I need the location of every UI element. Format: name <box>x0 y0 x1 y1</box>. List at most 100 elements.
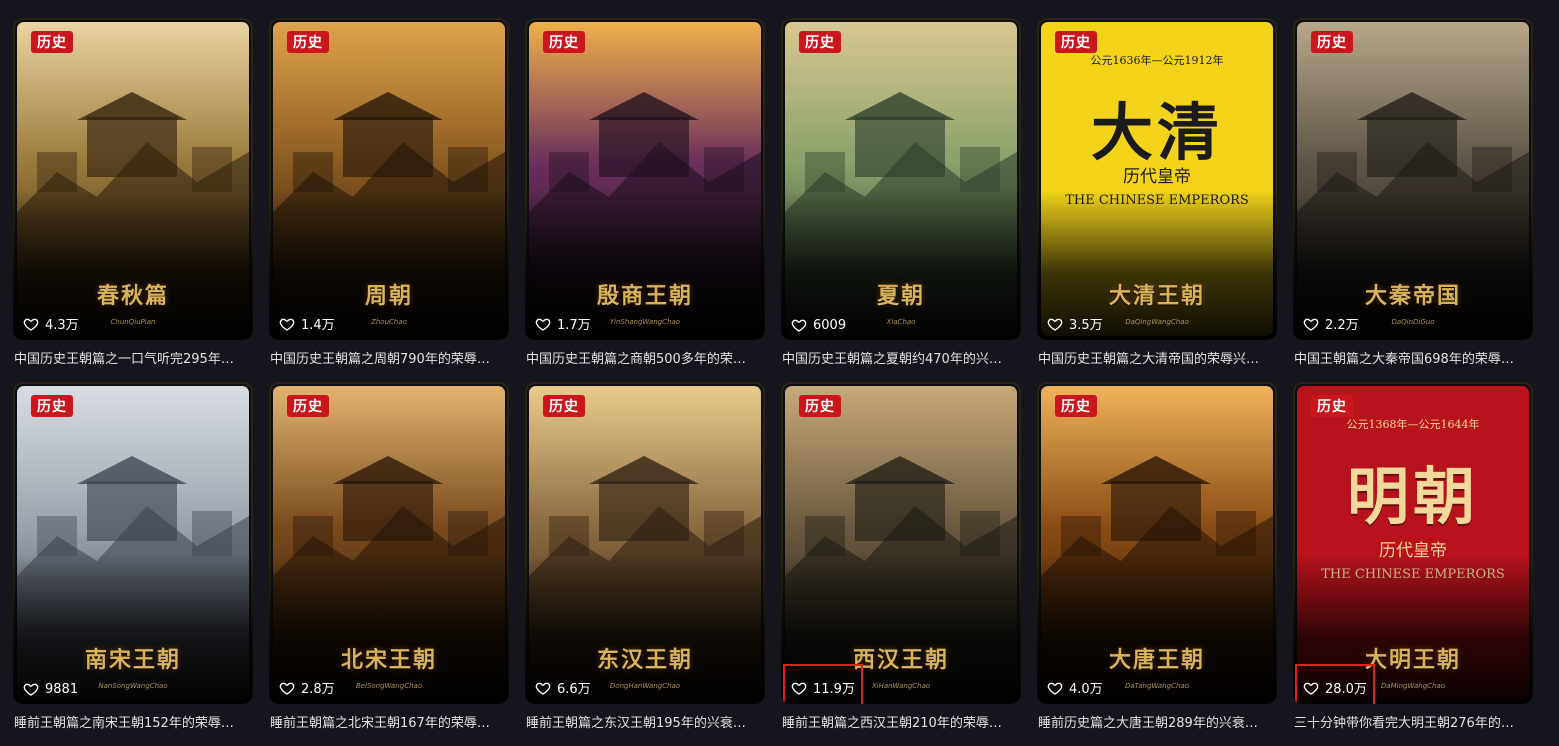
thumbnail-title: 春秋篇 <box>96 283 169 309</box>
thumbnail-title: 周朝 <box>364 283 413 309</box>
like-count-value: 9881 <box>45 681 79 697</box>
category-badge: 历史 <box>543 31 585 53</box>
like-count: 3.5万 <box>1047 314 1103 333</box>
thumbnail-title: 北宋王朝 <box>340 647 437 673</box>
thumbnail-title: 殷商王朝 <box>596 283 693 309</box>
like-count: 2.2万 <box>1303 314 1359 333</box>
category-badge: 历史 <box>31 395 73 417</box>
video-card[interactable]: 公元1636年—公元1912年 大清 历代皇帝 THE CHINESE EMPE… <box>1037 18 1277 382</box>
video-grid: 历史 春秋篇 ChunQiuPian 4.3万 中国历史王朝篇之一口气听完295… <box>13 18 1533 746</box>
heart-icon <box>1047 316 1063 332</box>
category-badge: 历史 <box>287 395 329 417</box>
category-badge: 历史 <box>543 395 585 417</box>
thumbnail-title: 东汉王朝 <box>596 647 693 673</box>
video-card[interactable]: 历史 夏朝 XiaChao 6009 中国历史王朝篇之夏朝约470年的兴… <box>781 18 1021 382</box>
like-count: 9881 <box>23 681 78 697</box>
thumbnail-title: 大清王朝 <box>1108 283 1205 309</box>
video-thumbnail[interactable]: 公元1368年—公元1644年 明朝 历代皇帝 THE CHINESE EMPE… <box>1293 382 1533 704</box>
video-caption[interactable]: 睡前历史篇之大唐王朝289年的兴衰… <box>1038 712 1276 731</box>
category-badge: 历史 <box>287 31 329 53</box>
video-thumbnail[interactable]: 历史 春秋篇 ChunQiuPian 4.3万 <box>13 18 253 340</box>
poster-years: 公元1368年—公元1644年 <box>1346 418 1480 431</box>
video-card[interactable]: 历史 南宋王朝 NanSongWangChao 9881 睡前王朝篇之南宋王朝1… <box>13 382 253 746</box>
video-thumbnail[interactable]: 历史 西汉王朝 XiHanWangChao 11.9万 <box>781 382 1021 704</box>
heart-icon <box>1303 316 1319 332</box>
like-count-value: 1.7万 <box>557 318 591 333</box>
heart-icon <box>23 681 39 697</box>
thumbnail-title: 大明王朝 <box>1364 647 1461 673</box>
like-count: 28.0万 <box>1303 678 1367 697</box>
video-caption[interactable]: 中国王朝篇之大秦帝国698年的荣辱… <box>1294 348 1532 367</box>
video-caption[interactable]: 中国历史王朝篇之商朝500多年的荣… <box>526 348 764 367</box>
category-badge: 历史 <box>799 31 841 53</box>
poster-subtitle: 历代皇帝 <box>1123 167 1191 187</box>
thumbnail-title: 大秦帝国 <box>1364 283 1461 309</box>
video-card[interactable]: 历史 春秋篇 ChunQiuPian 4.3万 中国历史王朝篇之一口气听完295… <box>13 18 253 382</box>
video-card[interactable]: 历史 大秦帝国 DaQinDiGuo 2.2万 中国王朝篇之大秦帝国698年的荣… <box>1293 18 1533 382</box>
like-count-value: 2.2万 <box>1325 318 1359 333</box>
like-count: 4.3万 <box>23 314 79 333</box>
like-count-value: 6.6万 <box>557 682 591 697</box>
poster-years: 公元1636年—公元1912年 <box>1090 54 1224 67</box>
category-badge: 历史 <box>1311 31 1353 53</box>
thumbnail-title: 西汉王朝 <box>852 647 949 673</box>
video-thumbnail[interactable]: 历史 周朝 ZhouChao 1.4万 <box>269 18 509 340</box>
video-card[interactable]: 历史 殷商王朝 YinShangWangChao 1.7万 中国历史王朝篇之商朝… <box>525 18 765 382</box>
category-badge: 历史 <box>1311 395 1353 417</box>
heart-icon <box>1303 680 1319 696</box>
thumbnail-title: 夏朝 <box>876 283 925 309</box>
like-count: 1.4万 <box>279 314 335 333</box>
video-thumbnail[interactable]: 历史 北宋王朝 BeiSongWangChao 2.8万 <box>269 382 509 704</box>
heart-icon <box>535 680 551 696</box>
video-caption[interactable]: 中国历史王朝篇之周朝790年的荣辱… <box>270 348 508 367</box>
like-count: 6009 <box>791 317 846 333</box>
heart-icon <box>279 680 295 696</box>
heart-icon <box>23 316 39 332</box>
video-thumbnail[interactable]: 历史 夏朝 XiaChao 6009 <box>781 18 1021 340</box>
video-caption[interactable]: 睡前王朝篇之北宋王朝167年的荣辱… <box>270 712 508 731</box>
like-count: 1.7万 <box>535 314 591 333</box>
category-badge: 历史 <box>1055 395 1097 417</box>
like-count-value: 6009 <box>813 317 847 333</box>
video-caption[interactable]: 睡前王朝篇之东汉王朝195年的兴衰… <box>526 712 764 731</box>
video-thumbnail[interactable]: 历史 东汉王朝 DongHanWangChao 6.6万 <box>525 382 765 704</box>
category-badge: 历史 <box>799 395 841 417</box>
like-count-value: 28.0万 <box>1325 682 1367 697</box>
video-thumbnail[interactable]: 历史 大唐王朝 DaTangWangChao 4.0万 <box>1037 382 1277 704</box>
poster-headline: 明朝 <box>1346 460 1479 533</box>
like-count: 2.8万 <box>279 678 335 697</box>
poster-headline: 大清 <box>1090 96 1223 169</box>
video-card[interactable]: 历史 大唐王朝 DaTangWangChao 4.0万 睡前历史篇之大唐王朝28… <box>1037 382 1277 746</box>
like-count-value: 3.5万 <box>1069 318 1103 333</box>
video-card[interactable]: 历史 西汉王朝 XiHanWangChao 11.9万 睡前王朝篇之西汉王朝21… <box>781 382 1021 746</box>
video-caption[interactable]: 睡前王朝篇之南宋王朝152年的荣辱… <box>14 712 252 731</box>
video-thumbnail[interactable]: 历史 大秦帝国 DaQinDiGuo 2.2万 <box>1293 18 1533 340</box>
video-thumbnail[interactable]: 历史 殷商王朝 YinShangWangChao 1.7万 <box>525 18 765 340</box>
video-caption[interactable]: 中国历史王朝篇之一口气听完295年… <box>14 348 252 367</box>
video-caption[interactable]: 三十分钟带你看完大明王朝276年的… <box>1294 712 1532 731</box>
video-thumbnail[interactable]: 历史 南宋王朝 NanSongWangChao 9881 <box>13 382 253 704</box>
thumbnail-title: 大唐王朝 <box>1108 647 1205 673</box>
heart-icon <box>535 316 551 332</box>
heart-icon <box>279 316 295 332</box>
video-card[interactable]: 历史 周朝 ZhouChao 1.4万 中国历史王朝篇之周朝790年的荣辱… <box>269 18 509 382</box>
category-badge: 历史 <box>31 31 73 53</box>
category-badge: 历史 <box>1055 31 1097 53</box>
like-count: 6.6万 <box>535 678 591 697</box>
heart-icon <box>1047 680 1063 696</box>
video-caption[interactable]: 中国历史王朝篇之大清帝国的荣辱兴… <box>1038 348 1276 367</box>
like-count-value: 1.4万 <box>301 318 335 333</box>
heart-icon <box>791 317 807 333</box>
like-count-value: 2.8万 <box>301 682 335 697</box>
video-caption[interactable]: 中国历史王朝篇之夏朝约470年的兴… <box>782 348 1020 367</box>
thumbnail-title: 南宋王朝 <box>84 647 181 673</box>
video-caption[interactable]: 睡前王朝篇之西汉王朝210年的荣辱… <box>782 712 1020 731</box>
video-card[interactable]: 公元1368年—公元1644年 明朝 历代皇帝 THE CHINESE EMPE… <box>1293 382 1533 746</box>
like-count-value: 11.9万 <box>813 682 855 697</box>
like-count: 11.9万 <box>791 678 855 697</box>
video-thumbnail[interactable]: 公元1636年—公元1912年 大清 历代皇帝 THE CHINESE EMPE… <box>1037 18 1277 340</box>
video-card[interactable]: 历史 北宋王朝 BeiSongWangChao 2.8万 睡前王朝篇之北宋王朝1… <box>269 382 509 746</box>
heart-icon <box>791 680 807 696</box>
like-count-value: 4.3万 <box>45 318 79 333</box>
video-card[interactable]: 历史 东汉王朝 DongHanWangChao 6.6万 睡前王朝篇之东汉王朝1… <box>525 382 765 746</box>
